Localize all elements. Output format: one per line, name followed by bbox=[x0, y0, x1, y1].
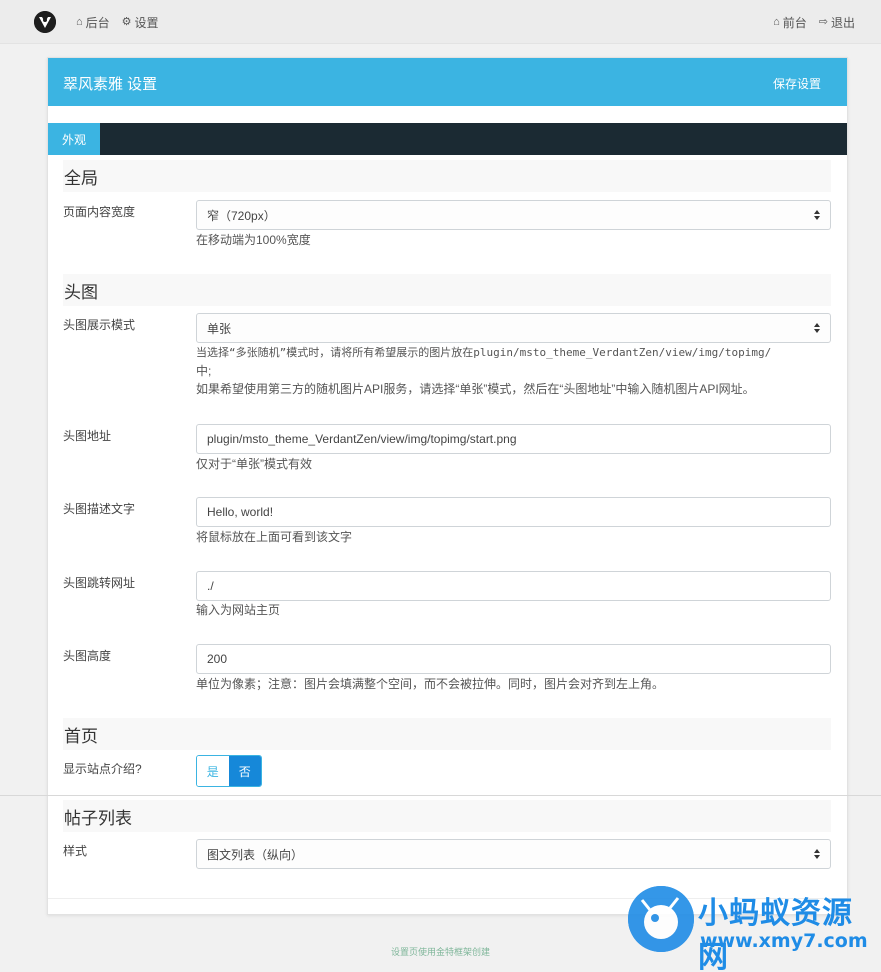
save-settings-button[interactable]: 保存设置 bbox=[773, 75, 821, 92]
url-input[interactable]: plugin/msto_theme_VerdantZen/view/img/to… bbox=[196, 424, 831, 454]
watermark-logo-icon bbox=[628, 886, 694, 952]
width-help: 在移动端为100%宽度 bbox=[196, 233, 311, 247]
height-label: 头图高度 bbox=[63, 649, 112, 663]
desc-input[interactable]: Hello, world! bbox=[196, 497, 831, 527]
style-label: 样式 bbox=[63, 844, 88, 858]
url-input-value: plugin/msto_theme_VerdantZen/view/img/to… bbox=[207, 432, 517, 446]
tab-bar: 外观 bbox=[48, 123, 847, 155]
height-input[interactable]: 200 bbox=[196, 644, 831, 674]
logo-icon[interactable] bbox=[34, 11, 56, 33]
desc-input-value: Hello, world! bbox=[207, 505, 274, 519]
link-help: 输入为网站主页 bbox=[196, 603, 281, 617]
show-intro-no-button[interactable]: 否 bbox=[228, 756, 261, 786]
width-label: 页面内容宽度 bbox=[63, 205, 136, 219]
select-caret-icon bbox=[813, 848, 821, 861]
mode-help-line2: 中; bbox=[196, 364, 212, 378]
nav-settings-link[interactable]: ⚙ 设置 bbox=[122, 14, 159, 31]
watermark-url: www.xmy7.com bbox=[700, 930, 868, 952]
show-intro-label: 显示站点介绍? bbox=[63, 762, 142, 776]
link-input-value: ./ bbox=[207, 579, 214, 593]
tab-appearance[interactable]: 外观 bbox=[48, 123, 100, 155]
panel-title: 翠风素雅 设置 bbox=[63, 76, 158, 93]
show-intro-yes-button[interactable]: 是 bbox=[197, 756, 229, 786]
nav-backend-link[interactable]: ⌂ 后台 bbox=[76, 14, 110, 31]
nav-logout-link[interactable]: ⇨ 退出 bbox=[819, 14, 855, 31]
style-select[interactable]: 图文列表（纵向） bbox=[196, 839, 831, 869]
mode-help-line1: 当选择“多张随机”模式时，请将所有希望展示的图片放在plugin/msto_th… bbox=[196, 346, 772, 359]
link-input[interactable]: ./ bbox=[196, 571, 831, 601]
url-label: 头图地址 bbox=[63, 429, 112, 443]
section-global-heading: 全局 bbox=[63, 160, 831, 192]
nav-frontend-link[interactable]: ⌂ 前台 bbox=[773, 14, 807, 31]
width-select[interactable]: 窄（720px） bbox=[196, 200, 831, 230]
watermark: 小蚂蚁资源网 www.xmy7.com bbox=[626, 884, 881, 972]
desc-help: 将鼠标放在上面可看到该文字 bbox=[196, 530, 353, 544]
url-help: 仅对于“单张”模式有效 bbox=[196, 457, 312, 471]
show-intro-toggle: 是 否 bbox=[196, 755, 262, 787]
sign-out-icon: ⇨ bbox=[818, 16, 828, 28]
style-select-value: 图文列表（纵向） bbox=[207, 847, 304, 862]
nav-frontend-label: 前台 bbox=[782, 16, 807, 30]
mode-label: 头图展示模式 bbox=[63, 318, 136, 332]
height-input-value: 200 bbox=[207, 652, 228, 666]
mode-help-line3: 如果希望使用第三方的随机图片API服务，请选择“单张”模式，然后在“头图地址”中… bbox=[196, 382, 755, 396]
nav-backend-label: 后台 bbox=[85, 16, 110, 30]
horizontal-divider bbox=[0, 795, 881, 796]
nav-logout-label: 退出 bbox=[830, 16, 855, 30]
nav-settings-label: 设置 bbox=[134, 16, 159, 30]
link-label: 头图跳转网址 bbox=[63, 576, 136, 590]
desc-label: 头图描述文字 bbox=[63, 502, 136, 516]
top-navbar: ⌂ 后台 ⚙ 设置 ⌂ 前台 ⇨ 退出 bbox=[0, 0, 881, 44]
panel-header: 翠风素雅 设置 保存设置 bbox=[48, 58, 847, 106]
select-caret-icon bbox=[813, 209, 821, 222]
section-home-heading: 首页 bbox=[63, 718, 831, 750]
section-post-list-heading: 帖子列表 bbox=[63, 800, 831, 832]
width-select-value: 窄（720px） bbox=[207, 208, 276, 223]
settings-panel: 翠风素雅 设置 保存设置 外观 全局 页面内容宽度 窄（720px） 在移动端为… bbox=[47, 57, 848, 915]
select-caret-icon bbox=[813, 322, 821, 335]
gear-icon: ⚙ bbox=[121, 16, 132, 28]
home-icon: ⌂ bbox=[76, 16, 83, 28]
mode-select[interactable]: 单张 bbox=[196, 313, 831, 343]
section-header-image-heading: 头图 bbox=[63, 274, 831, 306]
home-icon: ⌂ bbox=[773, 16, 780, 28]
mode-select-value: 单张 bbox=[207, 321, 232, 336]
height-help: 单位为像素；注意：图片会填满整个空间，而不会被拉伸。同时，图片会对齐到左上角。 bbox=[196, 677, 665, 691]
